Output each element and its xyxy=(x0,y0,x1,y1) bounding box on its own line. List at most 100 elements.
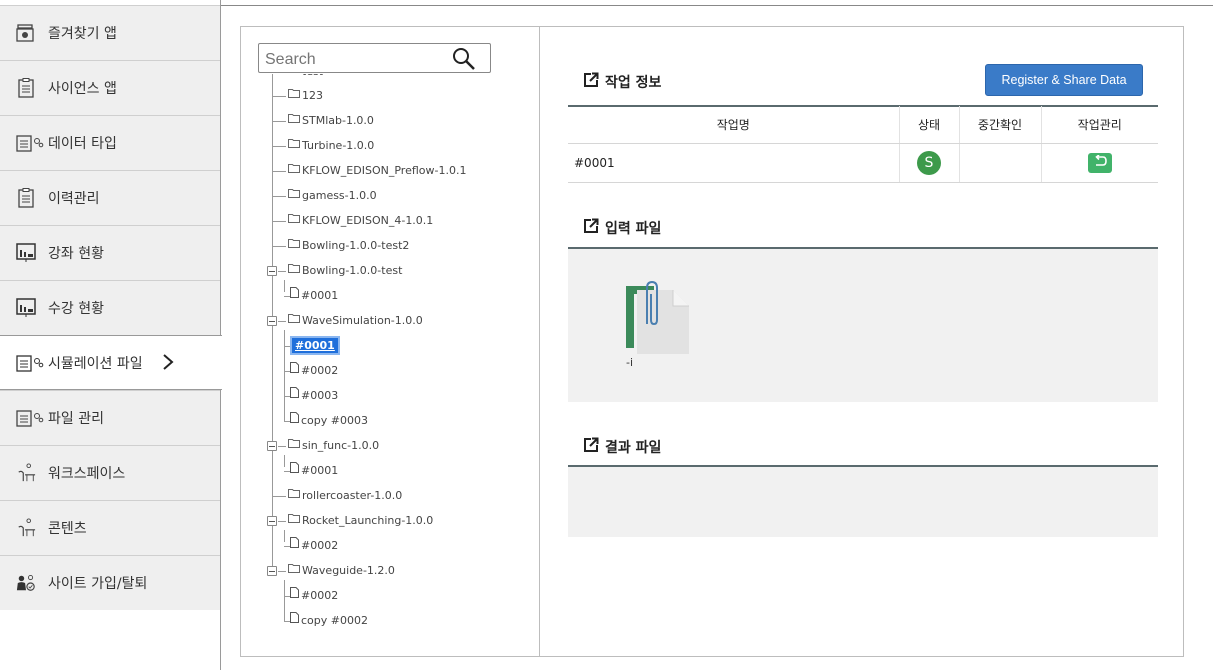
folder-icon xyxy=(288,161,300,179)
tree-file[interactable]: copy #0002 xyxy=(284,612,368,630)
sidebar-item-label: 수강 현황 xyxy=(48,301,104,317)
folder-icon xyxy=(288,111,300,129)
status-cell: S xyxy=(898,143,959,183)
tree-file[interactable]: #0001 xyxy=(284,462,338,480)
result-files-area xyxy=(568,467,1158,537)
file-icon xyxy=(290,536,299,554)
bar-chart-icon xyxy=(16,298,36,318)
sidebar-item-label: 강좌 현황 xyxy=(48,246,104,262)
tree-folder[interactable]: gamess-1.0.0 xyxy=(272,187,377,205)
tree-folder[interactable]: STMlab-1.0.0 xyxy=(272,112,374,130)
folder-icon xyxy=(288,211,300,229)
sidebar-item-label: 이력관리 xyxy=(48,191,100,207)
column-header-job-name: 작업명 xyxy=(568,106,899,144)
column-header-intermediate-check: 중간확인 xyxy=(958,106,1041,144)
section-title: 입력 파일 xyxy=(605,221,662,237)
chevron-right-icon xyxy=(162,353,174,376)
file-icon xyxy=(290,611,299,629)
external-link-icon xyxy=(583,437,599,457)
workspace-desk-icon xyxy=(16,463,36,483)
tree-folder[interactable]: 123 xyxy=(272,87,323,105)
tree-file-selected[interactable]: #0001 xyxy=(284,337,338,355)
search-icon[interactable] xyxy=(452,47,476,71)
folder-icon xyxy=(288,511,300,529)
tree-folder[interactable]: KFLOW_EDISON_Preflow-1.0.1 xyxy=(272,162,466,180)
sidebar-item-label: 시뮬레이션 파일 xyxy=(48,355,143,372)
input-files-heading: 입력 파일 xyxy=(583,218,661,238)
folder-icon xyxy=(288,186,300,204)
tree-folder[interactable]: Waveguide-1.2.0 xyxy=(272,562,395,580)
file-icon xyxy=(290,286,299,304)
table-row[interactable]: #0001 S xyxy=(568,143,1158,183)
bar-chart-icon xyxy=(16,243,36,263)
folder-icon xyxy=(288,311,300,329)
tree-file[interactable]: #0002 xyxy=(284,362,338,380)
result-files-heading: 결과 파일 xyxy=(583,437,661,457)
section-title: 결과 파일 xyxy=(605,440,662,456)
tree-file[interactable]: #0001 xyxy=(284,287,338,305)
document-icon xyxy=(16,78,36,98)
job-name-cell: #0001 xyxy=(568,143,899,183)
sidebar-item-label: 사이트 가입/탈퇴 xyxy=(48,576,148,592)
return-arrow-icon xyxy=(1093,154,1107,170)
intermediate-check-cell xyxy=(958,143,1041,183)
sidebar-item-label: 콘텐츠 xyxy=(48,521,87,537)
sidebar: 즐겨찾기 앱 사이언스 앱 데이터 타입 이력관리 강좌 현황 수강 현황 시뮬… xyxy=(0,0,222,670)
tree-folder[interactable]: KFLOW_EDISON_4-1.0.1 xyxy=(272,212,433,230)
sidebar-item-label: 사이언스 앱 xyxy=(48,81,117,97)
sidebar-item-history[interactable]: 이력관리 xyxy=(0,170,221,225)
app-stack-icon xyxy=(16,23,36,43)
user-settings-icon xyxy=(16,573,36,593)
folder-icon xyxy=(288,74,300,80)
tree-folder[interactable]: Bowling-1.0.0-test2 xyxy=(272,237,409,255)
table-header-row: 작업명 상태 중간확인 작업관리 xyxy=(568,106,1158,144)
folder-icon xyxy=(288,136,300,154)
column-header-status: 상태 xyxy=(898,106,959,144)
sidebar-item-science-apps[interactable]: 사이언스 앱 xyxy=(0,60,221,115)
tree-folder[interactable]: test xyxy=(272,74,323,81)
column-header-job-management: 작업관리 xyxy=(1040,106,1158,144)
tree-file[interactable]: #0002 xyxy=(284,587,338,605)
input-file-label: -i xyxy=(626,356,634,369)
sidebar-item-file-management[interactable]: 파일 관리 xyxy=(0,390,221,445)
folder-icon xyxy=(288,86,300,104)
folder-icon xyxy=(288,486,300,504)
status-badge: S xyxy=(917,150,941,175)
sidebar-item-favorite-apps[interactable]: 즐겨찾기 앱 xyxy=(0,5,221,60)
sidebar-item-simulation-files[interactable]: 시뮬레이션 파일 xyxy=(0,335,222,390)
folder-icon xyxy=(288,436,300,454)
panel-divider xyxy=(539,27,540,656)
tree-folder[interactable]: WaveSimulation-1.0.0 xyxy=(272,312,423,330)
tree-folder[interactable]: Bowling-1.0.0-test xyxy=(272,262,402,280)
folder-icon xyxy=(288,261,300,279)
sidebar-item-contents[interactable]: 콘텐츠 xyxy=(0,500,221,555)
sidebar-item-workspace[interactable]: 워크스페이스 xyxy=(0,445,221,500)
tree-file[interactable]: #0003 xyxy=(284,387,338,405)
sidebar-item-label: 워크스페이스 xyxy=(48,466,126,482)
job-return-button[interactable] xyxy=(1087,152,1112,173)
register-share-data-button[interactable]: Register & Share Data xyxy=(985,64,1143,96)
tree-file[interactable]: #0002 xyxy=(284,537,338,555)
tree-folder[interactable]: Turbine-1.0.0 xyxy=(272,137,374,155)
sidebar-item-course-status[interactable]: 강좌 현황 xyxy=(0,225,221,280)
tree-folder[interactable]: rollercoaster-1.0.0 xyxy=(272,487,402,505)
section-title: 작업 정보 xyxy=(605,75,662,91)
sidebar-item-data-type[interactable]: 데이터 타입 xyxy=(0,115,221,170)
sidebar-item-signup-withdraw[interactable]: 사이트 가입/탈퇴 xyxy=(0,555,221,610)
tree-folder[interactable]: sin_func-1.0.0 xyxy=(272,437,379,455)
file-settings-icon xyxy=(16,353,44,373)
top-border xyxy=(221,5,1213,6)
folder-icon xyxy=(288,236,300,254)
file-tree: test 123 STMlab-1.0.0 Turbine-1.0.0 KFLO… xyxy=(258,74,533,634)
input-file-item[interactable] xyxy=(625,280,691,358)
file-icon xyxy=(290,411,299,429)
workspace-desk-icon xyxy=(16,518,36,538)
tree-file[interactable]: copy #0003 xyxy=(284,412,368,430)
file-icon xyxy=(290,461,299,479)
tree-folder[interactable]: Rocket_Launching-1.0.0 xyxy=(272,512,433,530)
job-table: 작업명 상태 중간확인 작업관리 #0001 S xyxy=(568,106,1158,183)
external-link-icon xyxy=(583,72,599,92)
sidebar-item-enrollment-status[interactable]: 수강 현황 xyxy=(0,280,221,335)
file-icon xyxy=(290,586,299,604)
sidebar-item-label: 파일 관리 xyxy=(48,411,104,427)
